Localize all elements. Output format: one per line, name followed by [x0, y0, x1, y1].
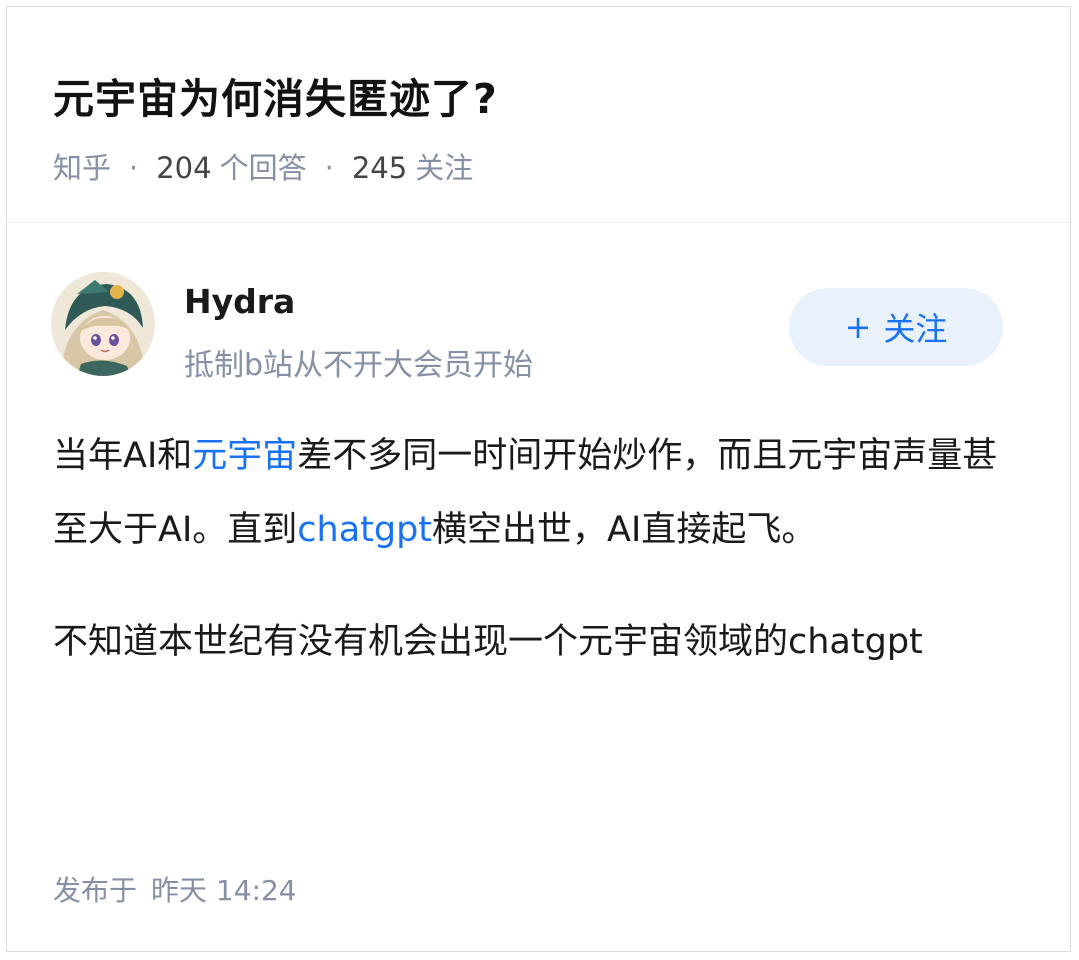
avatar-illustration-icon: [51, 272, 155, 376]
separator-dot: ·: [324, 151, 334, 185]
answer-content: 当年AI和元宇宙差不多同一时间开始炒作，而且元宇宙声量甚至大于AI。直到chat…: [53, 419, 1023, 679]
publish-time: 昨天 14:24: [151, 874, 297, 907]
follow-button[interactable]: + 关注: [789, 288, 1003, 366]
keyword-link-chatgpt[interactable]: chatgpt: [297, 510, 432, 550]
answer-text: 横空出世，AI直接起飞。: [432, 510, 817, 550]
follower-count-label: 关注: [415, 151, 474, 185]
follower-count: 245: [351, 151, 408, 185]
answer-paragraph: 当年AI和元宇宙差不多同一时间开始炒作，而且元宇宙声量甚至大于AI。直到chat…: [53, 419, 1023, 567]
author-bio: 抵制b站从不开大会员开始: [184, 348, 534, 383]
zhihu-answer-card: 元宇宙为何消失匿迹了? 知乎 · 204 个回答 · 245 关注 Hydra …: [6, 6, 1071, 952]
separator-dot: ·: [129, 151, 139, 185]
source-label: 知乎: [53, 151, 112, 185]
question-header: 元宇宙为何消失匿迹了? 知乎 · 204 个回答 · 245 关注: [7, 7, 1070, 223]
question-title[interactable]: 元宇宙为何消失匿迹了?: [53, 65, 498, 125]
plus-icon: +: [844, 308, 872, 346]
author-name[interactable]: Hydra: [184, 282, 295, 321]
answer-paragraph: 不知道本世纪有没有机会出现一个元宇宙领域的chatgpt: [53, 622, 923, 662]
follow-button-label: 关注: [883, 310, 948, 348]
answer-count: 204: [156, 151, 212, 185]
answer-text: 当年AI和: [53, 436, 193, 476]
publish-label: 发布于: [53, 874, 138, 907]
answer-count-label: 个回答: [219, 151, 307, 185]
author-row: Hydra 抵制b站从不开大会员开始 + 关注: [51, 272, 1031, 383]
question-meta: 知乎 · 204 个回答 · 245 关注: [53, 145, 473, 187]
publish-info: 发布于 昨天 14:24: [53, 869, 297, 909]
avatar[interactable]: [51, 272, 155, 376]
keyword-link-metaverse[interactable]: 元宇宙: [192, 436, 297, 476]
